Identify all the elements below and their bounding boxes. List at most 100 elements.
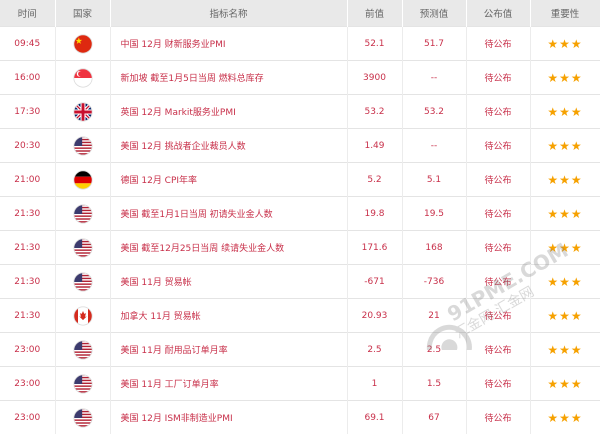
importance-stars-icon: ★★★ xyxy=(530,401,600,434)
row-time: 23:00 xyxy=(0,333,55,367)
uk-flag-icon xyxy=(55,95,110,129)
importance-stars-icon: ★★★ xyxy=(530,231,600,265)
table-row[interactable]: 17:30英国 12月 Markit服务业PMI53.253.2待公布★★★ xyxy=(0,95,600,129)
header-actual: 公布值 xyxy=(466,0,530,27)
row-forecast: 53.2 xyxy=(402,95,466,129)
importance-stars-icon: ★★★ xyxy=(530,197,600,231)
row-previous: 69.1 xyxy=(347,401,402,434)
row-forecast: 1.5 xyxy=(402,367,466,401)
row-actual: 待公布 xyxy=(466,197,530,231)
row-actual: 待公布 xyxy=(466,333,530,367)
importance-stars-icon: ★★★ xyxy=(530,299,600,333)
importance-stars-icon: ★★★ xyxy=(530,333,600,367)
importance-stars-icon: ★★★ xyxy=(530,367,600,401)
table-row[interactable]: 21:30美国 11月 贸易帐-671-736待公布★★★ xyxy=(0,265,600,299)
row-previous: 5.2 xyxy=(347,163,402,197)
row-indicator-name[interactable]: 美国 11月 工厂订单月率 xyxy=(110,367,347,401)
row-indicator-name[interactable]: 中国 12月 财新服务业PMI xyxy=(110,27,347,61)
row-previous: 2.5 xyxy=(347,333,402,367)
header-name: 指标名称 xyxy=(110,0,347,27)
singapore-flag-icon xyxy=(55,61,110,95)
table-row[interactable]: 23:00美国 11月 耐用品订单月率2.52.5待公布★★★ xyxy=(0,333,600,367)
row-indicator-name[interactable]: 新加坡 截至1月5日当周 燃料总库存 xyxy=(110,61,347,95)
importance-stars-icon: ★★★ xyxy=(530,61,600,95)
row-time: 21:30 xyxy=(0,197,55,231)
table-row[interactable]: 20:30美国 12月 挑战者企业裁员人数1.49--待公布★★★ xyxy=(0,129,600,163)
row-time: 16:00 xyxy=(0,61,55,95)
table-row[interactable]: 21:30 美国 截至12月25日当周 续请失业金人数171.6168待公布★★★ xyxy=(0,231,600,265)
us-flag-icon xyxy=(55,129,110,163)
table-row[interactable]: 23:00 美国 11月 工厂订单月率11.5待公布★★★ xyxy=(0,367,600,401)
row-previous: 53.2 xyxy=(347,95,402,129)
row-time: 17:30 xyxy=(0,95,55,129)
row-forecast: -- xyxy=(402,61,466,95)
table-header: 时间 国家 指标名称 前值 预测值 公布值 重要性 xyxy=(0,0,600,27)
table-row[interactable]: 21:30 加拿大 11月 贸易帐20.9321待公布★★★ xyxy=(0,299,600,333)
header-country: 国家 xyxy=(55,0,110,27)
importance-stars-icon: ★★★ xyxy=(530,265,600,299)
row-forecast: 19.5 xyxy=(402,197,466,231)
row-time: 23:00 xyxy=(0,401,55,434)
row-actual: 待公布 xyxy=(466,231,530,265)
table-row[interactable]: 23:00 美国 12月 ISM非制造业PMI69.167待公布★★★ xyxy=(0,401,600,434)
row-actual: 待公布 xyxy=(466,299,530,333)
row-time: 21:30 xyxy=(0,265,55,299)
us-flag-icon xyxy=(55,231,110,265)
row-forecast: 5.1 xyxy=(402,163,466,197)
importance-stars-icon: ★★★ xyxy=(530,95,600,129)
row-forecast: -- xyxy=(402,129,466,163)
row-actual: 待公布 xyxy=(466,95,530,129)
row-actual: 待公布 xyxy=(466,367,530,401)
row-previous: 20.93 xyxy=(347,299,402,333)
row-indicator-name[interactable]: 英国 12月 Markit服务业PMI xyxy=(110,95,347,129)
economic-calendar-table: 时间 国家 指标名称 前值 预测值 公布值 重要性 09:45 中国 12月 财新… xyxy=(0,0,600,434)
table-row[interactable]: 21:00 德国 12月 CPI年率5.25.1待公布★★★ xyxy=(0,163,600,197)
row-actual: 待公布 xyxy=(466,265,530,299)
us-flag-icon xyxy=(55,265,110,299)
table-row[interactable]: 09:45中国 12月 财新服务业PMI52.151.7待公布★★★ xyxy=(0,27,600,61)
row-time: 23:00 xyxy=(0,367,55,401)
table-row[interactable]: 16:00 新加坡 截至1月5日当周 燃料总库存3900--待公布★★★ xyxy=(0,61,600,95)
row-indicator-name[interactable]: 美国 11月 贸易帐 xyxy=(110,265,347,299)
row-actual: 待公布 xyxy=(466,129,530,163)
row-previous: 171.6 xyxy=(347,231,402,265)
row-forecast: 168 xyxy=(402,231,466,265)
row-forecast: -736 xyxy=(402,265,466,299)
row-actual: 待公布 xyxy=(466,61,530,95)
row-indicator-name[interactable]: 加拿大 11月 贸易帐 xyxy=(110,299,347,333)
row-time: 21:30 xyxy=(0,231,55,265)
us-flag-icon xyxy=(55,401,110,434)
row-forecast: 67 xyxy=(402,401,466,434)
table-row[interactable]: 21:30 美国 截至1月1日当周 初请失业金人数19.819.5待公布★★★ xyxy=(0,197,600,231)
china-flag-icon xyxy=(55,27,110,61)
row-time: 21:30 xyxy=(0,299,55,333)
header-time: 时间 xyxy=(0,0,55,27)
row-indicator-name[interactable]: 美国 11月 耐用品订单月率 xyxy=(110,333,347,367)
importance-stars-icon: ★★★ xyxy=(530,129,600,163)
header-importance: 重要性 xyxy=(530,0,600,27)
row-forecast: 2.5 xyxy=(402,333,466,367)
row-time: 21:00 xyxy=(0,163,55,197)
row-time: 09:45 xyxy=(0,27,55,61)
canada-flag-icon xyxy=(55,299,110,333)
row-time: 20:30 xyxy=(0,129,55,163)
row-previous: 3900 xyxy=(347,61,402,95)
us-flag-icon xyxy=(55,367,110,401)
row-forecast: 21 xyxy=(402,299,466,333)
header-forecast: 预测值 xyxy=(402,0,466,27)
us-flag-icon xyxy=(55,333,110,367)
row-indicator-name[interactable]: 美国 截至12月25日当周 续请失业金人数 xyxy=(110,231,347,265)
row-actual: 待公布 xyxy=(466,401,530,434)
importance-stars-icon: ★★★ xyxy=(530,27,600,61)
row-previous: 1 xyxy=(347,367,402,401)
row-indicator-name[interactable]: 美国 截至1月1日当周 初请失业金人数 xyxy=(110,197,347,231)
us-flag-icon xyxy=(55,197,110,231)
row-previous: 19.8 xyxy=(347,197,402,231)
germany-flag-icon xyxy=(55,163,110,197)
row-indicator-name[interactable]: 德国 12月 CPI年率 xyxy=(110,163,347,197)
row-actual: 待公布 xyxy=(466,27,530,61)
row-indicator-name[interactable]: 美国 12月 挑战者企业裁员人数 xyxy=(110,129,347,163)
row-actual: 待公布 xyxy=(466,163,530,197)
row-indicator-name[interactable]: 美国 12月 ISM非制造业PMI xyxy=(110,401,347,434)
importance-stars-icon: ★★★ xyxy=(530,163,600,197)
